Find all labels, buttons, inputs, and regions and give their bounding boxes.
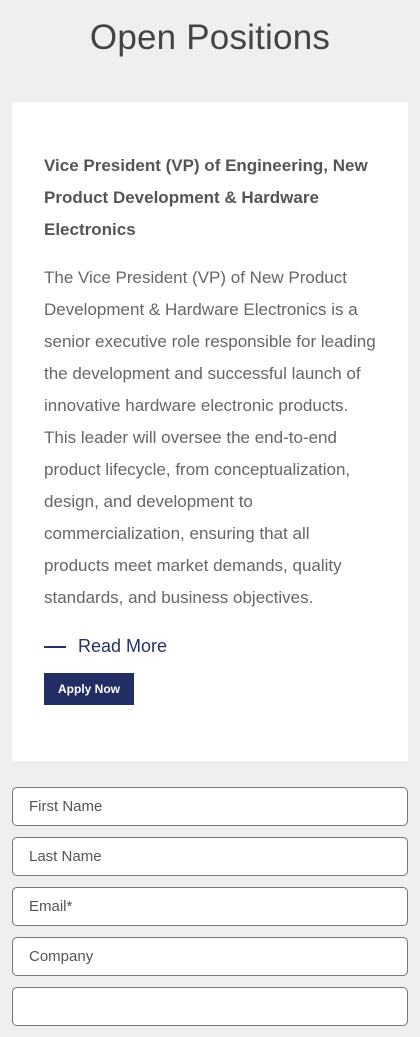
company-input[interactable] — [12, 937, 408, 976]
job-card: Vice President (VP) of Engineering, New … — [12, 102, 408, 761]
apply-now-button[interactable]: Apply Now — [44, 673, 134, 705]
next-form-field[interactable] — [12, 987, 408, 1026]
job-description: The Vice President (VP) of New Product D… — [44, 268, 376, 607]
job-title: Vice President (VP) of Engineering, New … — [44, 156, 368, 239]
last-name-input[interactable] — [12, 837, 408, 876]
dash-icon — [44, 645, 66, 648]
email-input[interactable] — [12, 887, 408, 926]
first-name-input[interactable] — [12, 787, 408, 826]
read-more-link[interactable]: Read More — [44, 636, 376, 657]
read-more-label: Read More — [78, 636, 168, 656]
page-title: Open Positions — [89, 18, 331, 57]
